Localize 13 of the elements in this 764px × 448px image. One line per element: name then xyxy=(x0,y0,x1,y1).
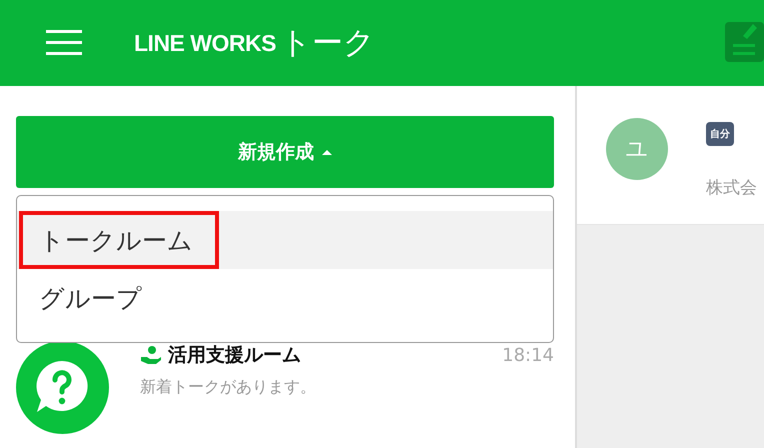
chat-preview: 新着トークがあります。 xyxy=(140,377,316,398)
menu-item[interactable]: トークルーム xyxy=(19,211,219,269)
support-icon xyxy=(140,345,162,365)
brand-name: LINE WORKS xyxy=(134,30,276,56)
menu-icon[interactable] xyxy=(46,30,82,56)
menu-item[interactable]: グループ xyxy=(17,269,553,327)
page-title: トーク xyxy=(280,24,375,63)
chat-name: 活用支援ルーム xyxy=(168,343,301,368)
compose-icon[interactable] xyxy=(725,22,764,62)
self-badge: 自分 xyxy=(706,122,734,146)
company-name: 株式会 xyxy=(706,177,757,199)
avatar: ユ xyxy=(606,118,668,180)
chat-time: 18:14 xyxy=(502,345,554,366)
